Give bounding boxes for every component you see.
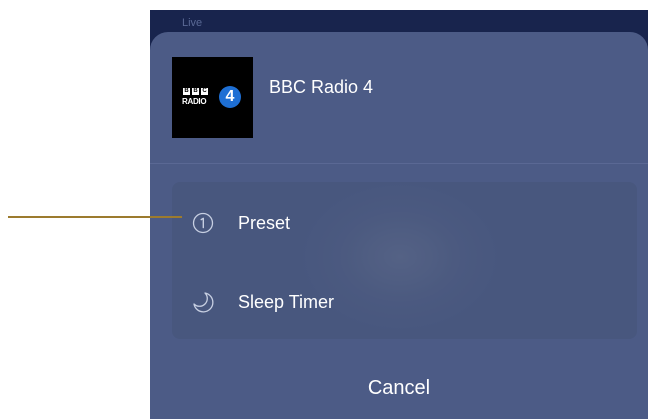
station-logo: B B C RADIO 4 [172, 57, 253, 138]
preset-label: Preset [238, 213, 291, 233]
preset-icon [192, 212, 214, 234]
logo-radio-number: 4 [219, 86, 241, 108]
bbc-block: B [192, 88, 199, 95]
logo-radio-word: RADIO [182, 97, 207, 106]
annotation-pointer-line [8, 216, 182, 218]
bbc-block: C [201, 88, 208, 95]
sleep-timer-label: Sleep Timer [238, 292, 335, 312]
moon-icon [193, 292, 214, 313]
divider [150, 163, 648, 164]
bbc-block: B [183, 88, 190, 95]
menu-card: Preset Sleep Timer [172, 182, 637, 339]
live-label: Live [182, 17, 203, 29]
station-name: BBC Radio 4 [269, 77, 374, 97]
menu-item-sleep-timer[interactable]: Sleep Timer [172, 271, 637, 331]
bbc-blocks: B B C [183, 88, 208, 95]
menu-item-preset[interactable]: Preset [172, 192, 637, 252]
action-sheet: B B C RADIO 4 BBC Radio 4 Preset Sleep T… [150, 32, 648, 419]
cancel-button[interactable]: Cancel [150, 377, 648, 400]
